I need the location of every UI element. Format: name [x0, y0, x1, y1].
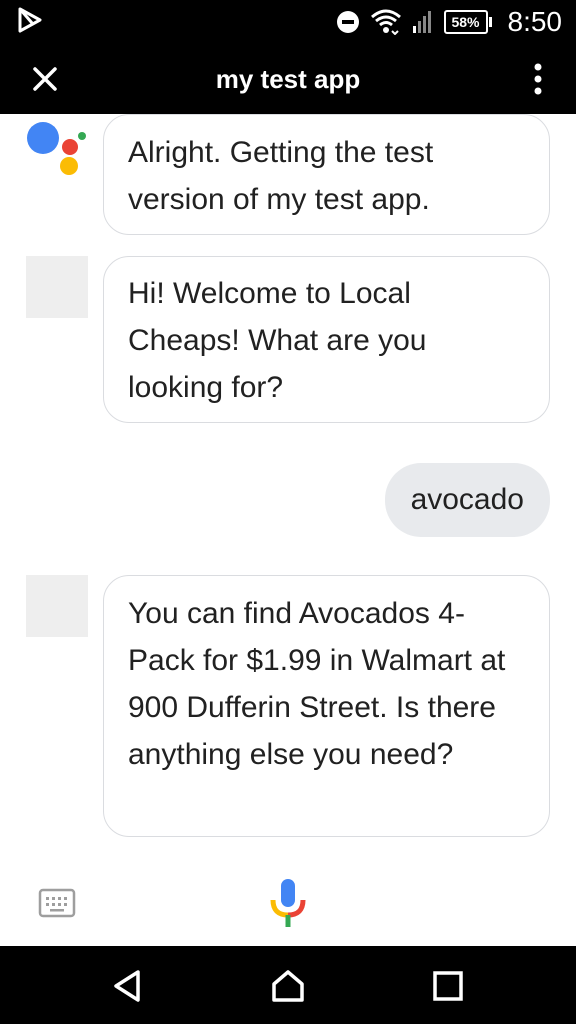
- battery-level: 58%: [443, 10, 488, 34]
- clock: 8:50: [507, 6, 563, 37]
- message-text: Alright. Getting the test version of my …: [128, 136, 434, 216]
- battery-tip: [488, 17, 492, 27]
- app-message-bubble: You can find Avocados 4-Pack for $1.99 i…: [103, 575, 550, 837]
- recents-icon[interactable]: [432, 970, 464, 1002]
- microphone-icon[interactable]: [268, 878, 308, 928]
- conversation: Alright. Getting the test version of my …: [0, 114, 576, 844]
- assistant-message-bubble: Alright. Getting the test version of my …: [103, 114, 550, 235]
- google-assistant-logo: [27, 122, 86, 175]
- message-text: avocado: [410, 483, 524, 516]
- navigation-bar: [0, 946, 576, 1024]
- back-icon[interactable]: [110, 968, 146, 1004]
- app-avatar: [26, 575, 88, 637]
- wifi-icon: [370, 9, 401, 35]
- message-text: Hi! Welcome to Local Cheaps! What are yo…: [128, 277, 427, 404]
- app-message-bubble: Hi! Welcome to Local Cheaps! What are yo…: [103, 256, 550, 423]
- more-vert-icon[interactable]: [528, 58, 548, 100]
- message-text: You can find Avocados 4-Pack for $1.99 i…: [128, 597, 506, 771]
- keyboard-icon[interactable]: [38, 888, 76, 918]
- user-message-bubble: avocado: [384, 463, 550, 537]
- do-not-disturb-icon: [336, 11, 359, 33]
- app-bar: my test app: [0, 44, 576, 114]
- cell-signal-icon: [412, 11, 431, 33]
- status-icons: 58% 8:50: [336, 0, 563, 44]
- app-avatar: [26, 256, 88, 318]
- input-bar: [0, 860, 576, 946]
- home-icon[interactable]: [270, 968, 306, 1004]
- battery-indicator: 58%: [443, 10, 492, 34]
- play-store-notification-icon: [18, 7, 42, 33]
- status-bar: 58% 8:50: [0, 0, 576, 44]
- app-title: my test app: [215, 64, 361, 94]
